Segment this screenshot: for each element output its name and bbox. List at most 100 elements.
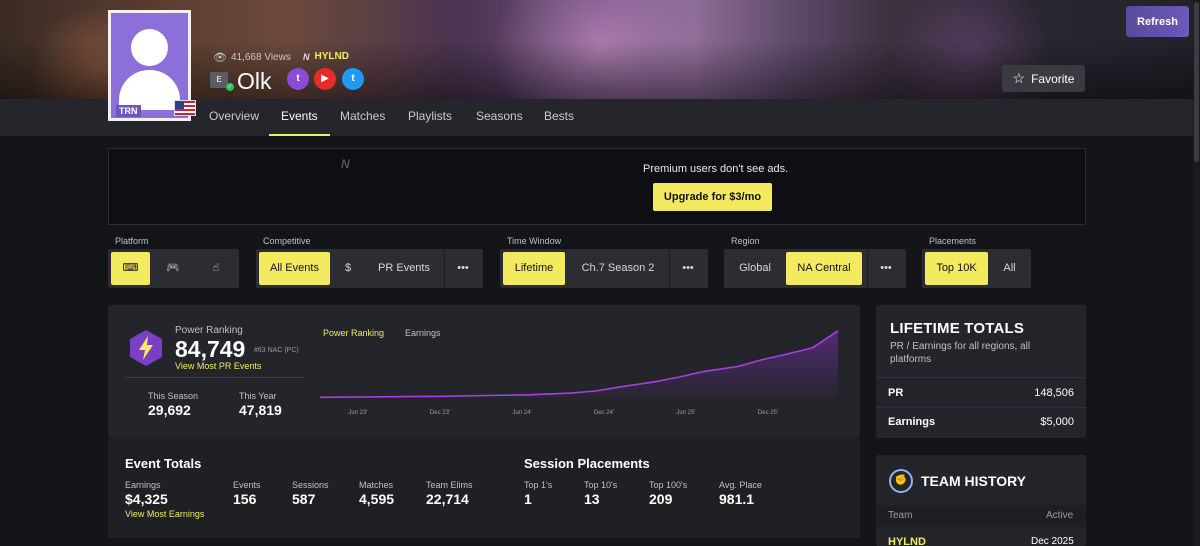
divider	[125, 377, 304, 378]
gamepad-icon[interactable]: 🎮	[153, 252, 193, 285]
competitive-more-button[interactable]: •••	[446, 252, 480, 285]
team-history-team[interactable]: HYLND	[888, 536, 926, 546]
option-na-central[interactable]: NA Central	[786, 252, 862, 285]
option-global[interactable]: Global	[727, 252, 783, 285]
touch-icon[interactable]: ☝	[196, 252, 236, 285]
power-ranking-value: 84,749	[175, 336, 246, 362]
chart-x-tick: Dec 24'	[594, 410, 614, 416]
tab-bests[interactable]: Bests	[544, 99, 574, 136]
eye-icon: 👁	[213, 52, 227, 64]
team-column-header: Team	[888, 510, 913, 521]
tab-playlists[interactable]: Playlists	[408, 99, 452, 136]
option-season[interactable]: Ch.7 Season 2	[570, 252, 666, 285]
page-scrollbar[interactable]	[1193, 0, 1200, 546]
chart-x-tick: Jun 23'	[348, 410, 367, 416]
matches-value: 4,595	[359, 491, 395, 507]
sessions-label: Sessions	[292, 480, 329, 490]
earnings-value: $4,325	[125, 491, 168, 507]
keyboard-icon[interactable]: ⌨	[111, 252, 150, 285]
power-ranking-label: Power Ranking	[175, 325, 243, 336]
filter-label-placements: Placements	[929, 236, 977, 246]
this-year-label: This Year	[239, 391, 277, 401]
tab-events[interactable]: Events	[269, 99, 330, 136]
option-pr-events[interactable]: PR Events	[364, 252, 444, 285]
tab-matches[interactable]: Matches	[340, 99, 385, 136]
option-lifetime[interactable]: Lifetime	[503, 252, 565, 285]
network-logo-icon: N	[341, 157, 350, 171]
team-elims-value: 22,714	[426, 491, 469, 507]
filter-label-competitive: Competitive	[263, 236, 311, 246]
option-cash-events[interactable]: $	[333, 252, 363, 285]
chart-x-tick: Dec 23'	[430, 410, 450, 416]
lifetime-earnings-label: Earnings	[888, 416, 936, 428]
twitter-icon[interactable]: t	[342, 68, 364, 90]
earnings-label: Earnings	[125, 480, 161, 490]
platform-filter: ⌨ 🎮 ☝	[108, 249, 239, 288]
refresh-button[interactable]: Refresh	[1126, 6, 1189, 37]
top1-value: 1	[524, 491, 532, 507]
twitch-icon[interactable]: t	[287, 68, 309, 90]
view-most-earnings-link[interactable]: View Most Earnings	[125, 509, 204, 519]
time-window-filter: Lifetime Ch.7 Season 2 •••	[500, 249, 708, 288]
option-all[interactable]: All	[991, 252, 1028, 285]
time-window-more-button[interactable]: •••	[671, 252, 705, 285]
events-label: Events	[233, 480, 261, 490]
team-elims-label: Team Elims	[426, 480, 473, 490]
filter-label-time-window: Time Window	[507, 236, 562, 246]
avg-place-value: 981.1	[719, 491, 755, 507]
page: Refresh TRN 👁 41,668 Views N HYLND E ✓ O…	[0, 0, 1200, 546]
favorite-button[interactable]: ☆ Favorite	[1002, 65, 1085, 92]
upgrade-button[interactable]: Upgrade for $3/mo	[653, 183, 772, 211]
power-ranking-rank: #63 NAC (PC)	[254, 347, 299, 354]
lifetime-totals-title: LIFETIME TOTALS	[890, 320, 1025, 337]
top10-label: Top 10's	[584, 480, 618, 490]
top10-value: 13	[584, 491, 600, 507]
lifetime-earnings-value: $5,000	[1040, 416, 1074, 428]
filter-label-region: Region	[731, 236, 760, 246]
event-totals-title: Event Totals	[125, 456, 202, 471]
youtube-icon[interactable]: ▶	[314, 68, 336, 90]
top100-label: Top 100's	[649, 480, 688, 490]
this-season-value: 29,692	[148, 402, 191, 418]
verified-icon: ✓	[226, 83, 234, 91]
competitive-filter: All Events $ PR Events •••	[256, 249, 483, 288]
trn-badge: TRN	[116, 105, 141, 117]
chart-area	[320, 330, 838, 398]
team-history-panel	[876, 455, 1086, 546]
team-icon: ✊	[889, 469, 913, 493]
filter-label-platform: Platform	[115, 236, 149, 246]
lifetime-pr-value: 148,506	[1034, 387, 1074, 399]
region-more-button[interactable]: •••	[869, 252, 903, 285]
tab-overview[interactable]: Overview	[209, 99, 259, 136]
this-season-label: This Season	[148, 391, 199, 401]
username: Olk	[237, 68, 272, 94]
premium-message: Premium users don't see ads.	[643, 163, 789, 175]
view-most-pr-events-link[interactable]: View Most PR Events	[175, 361, 261, 371]
region-filter: Global NA Central •••	[724, 249, 906, 288]
option-all-events[interactable]: All Events	[259, 252, 330, 285]
team-logo-icon: N	[303, 51, 310, 62]
placements-filter: Top 10K All	[922, 249, 1031, 288]
lifetime-totals-subtitle: PR / Earnings for all regions, all platf…	[890, 341, 1031, 365]
ad-banner: N Premium users don't see ads. Upgrade f…	[108, 148, 1086, 225]
power-ranking-bolt-icon	[130, 330, 162, 366]
views-count: 👁 41,668 Views	[213, 52, 291, 64]
power-ranking-chart: Jun 23' Dec 23' Jun 24' Dec 24' Jun 25' Dec 2…	[319, 330, 839, 416]
session-placements-title: Session Placements	[524, 456, 650, 471]
tab-seasons[interactable]: Seasons	[476, 99, 523, 136]
chart-x-tick: Jun 25'	[676, 410, 695, 416]
top1-label: Top 1's	[524, 480, 553, 490]
team-history-title: TEAM HISTORY	[921, 473, 1027, 489]
events-value: 156	[233, 491, 257, 507]
avg-place-label: Avg. Place	[719, 480, 762, 490]
us-flag-icon	[174, 100, 196, 116]
team-tag[interactable]: N HYLND	[303, 51, 349, 62]
matches-label: Matches	[359, 480, 394, 490]
this-year-value: 47,819	[239, 402, 282, 418]
star-icon: ☆	[1012, 70, 1026, 86]
option-top-10k[interactable]: Top 10K	[925, 252, 988, 285]
sessions-value: 587	[292, 491, 316, 507]
team-history-active: Dec 2025	[1031, 536, 1074, 546]
active-column-header: Active	[1046, 510, 1074, 521]
lifetime-pr-label: PR	[888, 387, 904, 399]
